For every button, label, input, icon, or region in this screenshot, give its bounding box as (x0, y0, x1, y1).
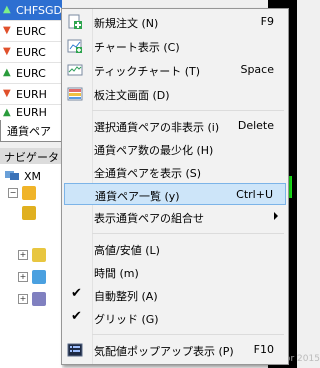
tree-item-label: XM (24, 170, 42, 183)
indicators-icon (32, 248, 46, 262)
menu-item-shortcut: Ctrl+U (236, 188, 273, 201)
chart-candle (289, 176, 292, 198)
new-order-icon (67, 14, 83, 30)
checkmark-icon: ✔ (71, 309, 82, 324)
menu-item-label: 新規注文 (N) (94, 17, 159, 30)
market-watch-row[interactable]: ▲ EURH (0, 105, 62, 121)
navigator-title: ナビゲータ (0, 148, 62, 164)
menu-item-symbols[interactable]: 通貨ペア一覧 (y) Ctrl+U (64, 183, 286, 205)
menu-item-label: グリッド (G) (94, 313, 159, 326)
tree-item-accounts[interactable]: − (8, 186, 40, 200)
experts-icon (32, 270, 46, 284)
menu-item-auto-arrange[interactable]: ✔ 自動整列 (A) (64, 284, 286, 306)
arrow-up-icon: ▲ (3, 4, 11, 15)
symbol-label: EURC (16, 24, 46, 38)
menu-item-shortcut: Space (240, 63, 274, 76)
menu-separator (92, 334, 284, 335)
account-icon (22, 206, 36, 220)
menu-item-shortcut: F10 (253, 343, 274, 356)
menu-item-shortcut: F9 (260, 15, 274, 28)
menu-item-label: チャート表示 (C) (94, 41, 180, 54)
market-watch-row[interactable]: ▼ EURC (0, 42, 62, 63)
tick-chart-icon (67, 62, 83, 78)
menu-item-time[interactable]: 時間 (m) (64, 261, 286, 283)
scripts-icon (32, 292, 46, 306)
symbol-label: EURH (16, 87, 47, 101)
accounts-tree-icon (4, 168, 20, 185)
menu-item-chart-window[interactable]: チャート表示 (C) (64, 35, 286, 57)
market-watch-row[interactable]: ▼ EURH (0, 84, 62, 105)
symbol-label: EURC (16, 45, 46, 59)
folder-icon (22, 186, 36, 200)
menu-item-popup-prices[interactable]: 気配値ポップアップ表示 (P) F10 (64, 339, 286, 361)
menu-item-label: 時間 (m) (94, 267, 139, 280)
arrow-down-icon: ▼ (3, 46, 11, 57)
arrow-up-icon: ▲ (3, 106, 11, 118)
context-menu: 新規注文 (N) F9 チャート表示 (C) ティックチャート (T) Spac… (61, 8, 289, 365)
arrow-down-icon: ▼ (3, 25, 11, 36)
menu-separator (92, 233, 284, 234)
menu-item-high-low[interactable]: 高値/安値 (L) (64, 238, 286, 260)
menu-item-label: 通貨ペア一覧 (y) (95, 190, 180, 203)
menu-item-label: 通貨ペア数の最少化 (H) (94, 144, 214, 157)
expand-icon[interactable]: + (18, 272, 28, 282)
menu-item-sets[interactable]: 表示通貨ペアの組合せ (64, 206, 286, 228)
navigator-panel: XM − + + + (0, 164, 62, 368)
tab-symbols[interactable]: 通貨ペア (0, 120, 62, 142)
submenu-arrow-icon (274, 212, 278, 220)
arrow-up-icon: ▲ (3, 67, 11, 78)
menu-item-shortcut: Delete (237, 119, 274, 132)
menu-item-label: 選択通貨ペアの非表示 (i) (94, 121, 220, 134)
tree-item-account[interactable] (22, 206, 40, 220)
menu-item-label: 全通貨ペアを表示 (S) (94, 167, 202, 180)
menu-item-label: ティックチャート (T) (94, 65, 201, 78)
menu-item-label: 表示通貨ペアの組合せ (94, 212, 204, 225)
tree-item-xm[interactable]: XM (4, 168, 41, 185)
arrow-down-icon: ▼ (3, 88, 11, 99)
tree-item-experts[interactable]: + (18, 270, 50, 284)
menu-item-new-order[interactable]: 新規注文 (N) F9 (64, 11, 286, 33)
market-watch-row[interactable]: ▼ EURC (0, 21, 62, 42)
market-watch-row[interactable]: ▲ EURC (0, 63, 62, 84)
menu-item-hide-all[interactable]: 通貨ペア数の最少化 (H) (64, 138, 286, 160)
menu-item-label: 高値/安値 (L) (94, 244, 160, 257)
symbol-label: CHFSGD (15, 3, 62, 17)
menu-item-show-all[interactable]: 全通貨ペアを表示 (S) (64, 161, 286, 183)
popup-prices-icon (67, 342, 83, 358)
menu-item-hide-symbol[interactable]: 選択通貨ペアの非表示 (i) Delete (64, 115, 286, 137)
tree-item-scripts[interactable]: + (18, 292, 50, 306)
collapse-icon[interactable]: − (8, 188, 18, 198)
depth-of-market-icon (67, 86, 83, 102)
market-watch-row[interactable]: ▲ CHFSGD (0, 0, 62, 21)
menu-item-grid[interactable]: ✔ グリッド (G) (64, 307, 286, 329)
symbol-label: EURH (16, 106, 47, 119)
menu-item-label: 気配値ポップアップ表示 (P) (94, 345, 234, 358)
symbol-label: EURC (16, 66, 46, 80)
chart-window-icon (67, 38, 83, 54)
checkmark-icon: ✔ (71, 286, 82, 301)
menu-item-tick-chart[interactable]: ティックチャート (T) Space (64, 59, 286, 81)
menu-item-label: 板注文画面 (D) (94, 89, 170, 102)
tree-item-indicators[interactable]: + (18, 248, 50, 262)
menu-separator (92, 110, 284, 111)
expand-icon[interactable]: + (18, 294, 28, 304)
expand-icon[interactable]: + (18, 250, 28, 260)
menu-item-depth-of-market[interactable]: 板注文画面 (D) (64, 83, 286, 105)
menu-item-label: 自動整列 (A) (94, 290, 158, 303)
